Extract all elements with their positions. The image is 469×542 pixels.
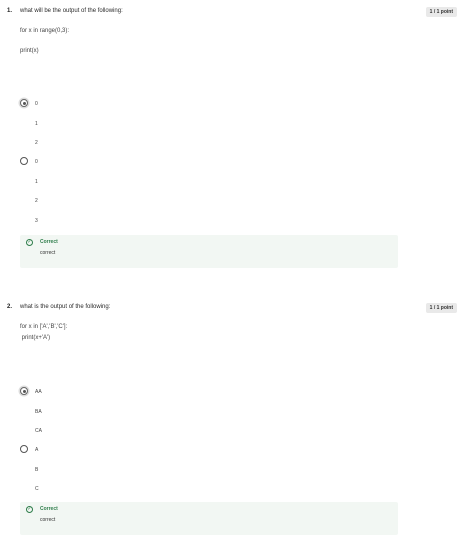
option-1-line: CA bbox=[35, 428, 42, 434]
option-1-line: 0 bbox=[35, 101, 38, 107]
option-1-line: BA bbox=[35, 409, 42, 415]
option-2-line: B bbox=[35, 467, 39, 473]
option-2-radio[interactable] bbox=[20, 445, 28, 453]
option-2-radio[interactable] bbox=[20, 157, 28, 165]
feedback-label: Correct bbox=[40, 239, 58, 245]
option-2-line: 0 bbox=[35, 159, 38, 165]
option-2-line: C bbox=[35, 486, 39, 492]
check-circle-icon: ✓ bbox=[26, 239, 33, 246]
feedback-box: ✓ Correct correct bbox=[20, 235, 398, 268]
feedback-box: ✓ Correct correct bbox=[20, 502, 398, 535]
question-number: 1. bbox=[7, 8, 13, 14]
code-line: print(x+'A') bbox=[20, 335, 51, 341]
option-2-line: 3 bbox=[35, 218, 38, 224]
code-line: print(x) bbox=[20, 48, 39, 54]
option-2-line: A bbox=[35, 447, 39, 453]
option-1-radio[interactable] bbox=[20, 99, 28, 107]
feedback-label: Correct bbox=[40, 506, 58, 512]
points-badge: 1 / 1 point bbox=[425, 7, 457, 17]
question-number: 2. bbox=[7, 304, 13, 310]
question-text: what will be the output of the following… bbox=[20, 8, 123, 14]
feedback-message: correct bbox=[40, 517, 56, 523]
feedback-message: correct bbox=[40, 250, 56, 256]
points-badge: 1 / 1 point bbox=[425, 303, 457, 313]
option-1-radio[interactable] bbox=[20, 387, 28, 395]
option-2-line: 2 bbox=[35, 198, 38, 204]
question-text: what is the output of the following: bbox=[20, 304, 111, 310]
check-circle-icon: ✓ bbox=[26, 506, 33, 513]
option-1-line: 1 bbox=[35, 121, 38, 127]
code-line: for x in range(0,3): bbox=[20, 28, 70, 34]
option-1-line: 2 bbox=[35, 140, 38, 146]
option-2-line: 1 bbox=[35, 179, 38, 185]
code-line: for x in ['A','B','C']: bbox=[20, 324, 68, 330]
option-1-line: AA bbox=[35, 389, 42, 395]
